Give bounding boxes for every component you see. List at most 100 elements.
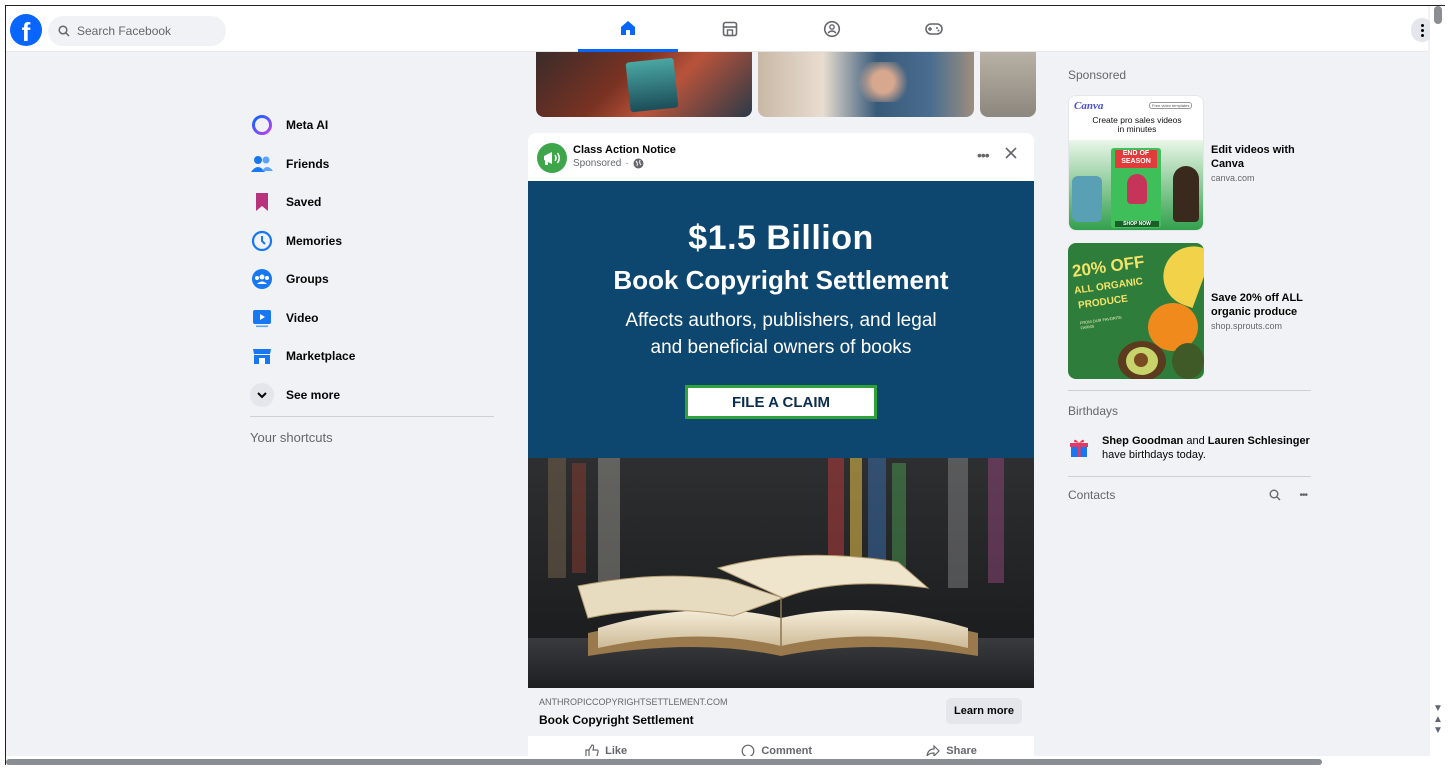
post-meta: Sponsored · xyxy=(573,158,644,169)
friends-icon xyxy=(250,152,274,176)
story-card[interactable] xyxy=(758,52,974,117)
canva-ad-text: Edit videos with Canva canva.com xyxy=(1211,143,1295,231)
sprouts-ad-thumbnail: 20% OFF ALL ORGANIC PRODUCE FROM OUR FAV… xyxy=(1068,243,1204,379)
nav-gaming[interactable] xyxy=(884,6,984,52)
canva-thumb-badge: Free video templates xyxy=(1149,102,1193,109)
sponsored-post: Class Action Notice Sponsored · ••• $1.5… xyxy=(528,133,1034,765)
sidebar-item-saved[interactable]: Saved xyxy=(246,183,496,222)
horizontal-scrollbar[interactable] xyxy=(6,756,1430,765)
file-claim-button[interactable]: FILE A CLAIM xyxy=(685,385,877,419)
sidebar-item-label: Friends xyxy=(286,156,330,171)
hide-post-button[interactable] xyxy=(1002,144,1020,162)
vertical-scrollbar[interactable] xyxy=(1430,6,1445,765)
sidebar-item-label: Marketplace xyxy=(286,349,356,364)
page-name[interactable]: Class Action Notice xyxy=(573,144,676,156)
link-title: Book Copyright Settlement xyxy=(539,713,694,727)
contacts-heading: Contacts xyxy=(1068,488,1116,502)
search-icon[interactable] xyxy=(1269,489,1281,501)
link-preview[interactable]: ANTHROPICCOPYRIGHTSETTLEMENT.COM Book Co… xyxy=(528,688,1034,736)
story-card[interactable] xyxy=(980,52,1036,117)
sponsored-ad-sprouts[interactable]: 20% OFF ALL ORGANIC PRODUCE FROM OUR FAV… xyxy=(1068,243,1303,379)
birthday-person[interactable]: Lauren Schlesinger xyxy=(1208,435,1310,447)
learn-more-button[interactable]: Learn more xyxy=(946,698,1022,724)
sidebar-item-memories[interactable]: Memories xyxy=(246,222,496,261)
sprouts-thumb-line: PRODUCE xyxy=(1077,293,1129,312)
sprouts-thumb-small: FROM OUR FAVORITE FARMS xyxy=(1079,314,1123,331)
page-avatar[interactable] xyxy=(537,143,567,173)
stories-strip xyxy=(536,52,1036,117)
sidebar-item-friends[interactable]: Friends xyxy=(246,145,496,184)
nav-groups[interactable] xyxy=(782,6,882,52)
right-sidebar: Sponsored Canva Free video templates Cre… xyxy=(1068,68,1313,502)
link-domain: ANTHROPICCOPYRIGHTSETTLEMENT.COM xyxy=(539,697,728,707)
home-icon xyxy=(621,20,635,35)
birthday-row[interactable]: Shep Goodman and Lauren Schlesinger have… xyxy=(1068,434,1310,462)
sponsored-heading: Sponsored xyxy=(1068,68,1127,82)
gift-icon xyxy=(1070,439,1088,457)
birthday-person[interactable]: Shep Goodman xyxy=(1102,435,1183,447)
ad-domain: shop.sprouts.com xyxy=(1211,321,1283,331)
gaming-icon xyxy=(925,23,943,35)
ad-title-line: Canva xyxy=(1211,158,1245,170)
sidebar-item-label: Groups xyxy=(286,272,329,287)
search-icon xyxy=(58,25,70,37)
story-card[interactable] xyxy=(536,52,752,117)
sidebar-divider xyxy=(250,416,494,417)
scroll-arrows[interactable]: ▼ ▲ ▼ xyxy=(1433,703,1445,736)
sidebar-item-label: Memories xyxy=(286,233,343,248)
open-book-image[interactable] xyxy=(528,458,1034,688)
saved-icon xyxy=(250,190,274,214)
ad-domain: canva.com xyxy=(1211,173,1255,183)
globe-icon xyxy=(633,158,644,169)
sponsored-label[interactable]: Sponsored xyxy=(573,158,621,169)
scrollbar-thumb[interactable] xyxy=(1434,6,1442,24)
sidebar-item-label: See more xyxy=(286,387,341,402)
top-navigation-bar: f Search Facebook xyxy=(6,6,1433,52)
ad-subheadline: Book Copyright Settlement xyxy=(613,265,949,295)
ad-headline: $1.5 Billion xyxy=(688,219,874,257)
facebook-logo[interactable]: f xyxy=(10,14,42,47)
ad-title-line: Edit videos with xyxy=(1211,144,1295,156)
birthday-text: Shep Goodman and Lauren Schlesinger have… xyxy=(1102,434,1310,462)
ad-creative[interactable]: $1.5 Billion Book Copyright Settlement A… xyxy=(528,181,1034,458)
memories-icon xyxy=(250,229,274,253)
contacts-header: Contacts ••• xyxy=(1068,488,1311,502)
sidebar-item-groups[interactable]: Groups xyxy=(246,260,496,299)
canva-thumb-shop: SHOP NOW xyxy=(1115,221,1159,227)
nav-marketplace[interactable] xyxy=(680,6,780,52)
canva-caption-line: in minutes xyxy=(1117,124,1157,134)
sidebar-item-label: Video xyxy=(286,310,319,325)
browser-viewport: f Search Facebook Meta AI Friends Saved … xyxy=(5,5,1445,765)
sidebar-item-meta-ai[interactable]: Meta AI xyxy=(246,106,496,145)
canva-thumb-caption: Create pro sales videos in minutes xyxy=(1069,116,1203,134)
ad-body: Affects authors, publishers, and legal a… xyxy=(528,307,1034,361)
post-options-button[interactable]: ••• xyxy=(977,147,990,163)
groups-icon xyxy=(250,267,274,291)
close-icon xyxy=(1005,147,1017,159)
ad-body-line: and beneficial owners of books xyxy=(650,337,912,358)
search-placeholder: Search Facebook xyxy=(77,24,172,38)
nav-home[interactable] xyxy=(578,6,678,52)
video-icon xyxy=(250,306,274,330)
canva-thumb-sign: END OF SEASON xyxy=(1115,150,1157,168)
sponsored-ad-canva[interactable]: Canva Free video templates Create pro sa… xyxy=(1068,95,1295,231)
sidebar-item-video[interactable]: Video xyxy=(246,299,496,338)
contacts-options-icon[interactable]: ••• xyxy=(1299,490,1307,501)
scrollbar-thumb[interactable] xyxy=(6,759,1322,765)
ad-body-line: Affects authors, publishers, and legal xyxy=(625,310,937,331)
sidebar-item-label: Saved xyxy=(286,195,322,210)
dot-separator: · xyxy=(625,158,629,169)
canva-sign-line: SEASON xyxy=(1121,158,1151,165)
shortcuts-heading: Your shortcuts xyxy=(250,430,333,445)
right-divider xyxy=(1068,476,1311,477)
megaphone-icon xyxy=(544,152,560,165)
canva-sign-line: END OF xyxy=(1122,150,1150,157)
birthday-conjunction: and xyxy=(1183,435,1208,447)
see-more-button[interactable]: See more xyxy=(246,376,496,415)
search-input[interactable]: Search Facebook xyxy=(48,16,226,46)
sprouts-ad-text: Save 20% off ALL organic produce shop.sp… xyxy=(1211,291,1303,379)
birthdays-heading: Birthdays xyxy=(1068,404,1119,418)
meta-ai-icon xyxy=(250,113,274,137)
sidebar-item-marketplace[interactable]: Marketplace xyxy=(246,337,496,376)
ad-title-line: organic produce xyxy=(1211,306,1298,318)
